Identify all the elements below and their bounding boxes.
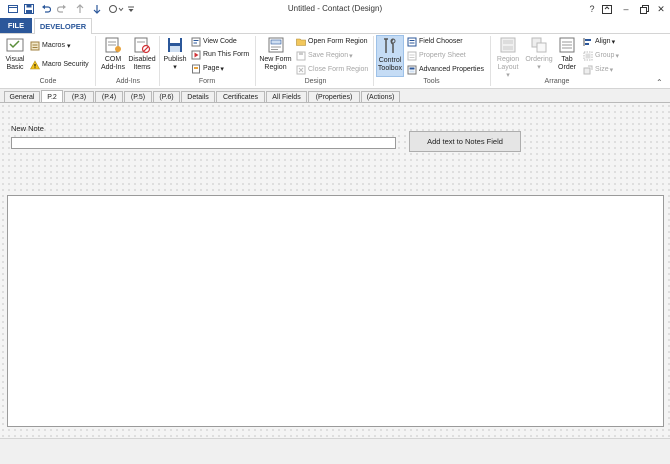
visual-basic-button[interactable]: Visual Basic [3,35,27,72]
field-chooser-button[interactable]: Field Chooser [407,36,463,47]
group-label-form: Form [198,78,216,85]
close-region-icon [296,65,306,75]
macro-security-button[interactable]: Macro Security [30,59,89,70]
help-button[interactable]: ? [584,2,600,16]
field-chooser-icon [407,37,417,47]
run-form-icon [191,50,201,60]
chevron-down-icon: ▾ [66,42,71,50]
publish-icon [165,35,185,55]
tab-order-icon [557,35,577,55]
notes-field[interactable] [7,195,664,427]
tab-file[interactable]: FILE [0,18,32,33]
ribbon-display-options-button[interactable] [599,2,615,16]
toolbox-icon [380,36,400,56]
publish-button[interactable]: Publish ▾ [162,35,188,72]
new-note-textbox[interactable] [11,137,396,149]
chevron-down-icon: ▾ [220,65,224,73]
group-label-arrange: Arrange [544,78,570,85]
advanced-properties-icon [407,65,417,75]
group-separator [255,36,256,86]
macros-button[interactable]: Macros ▾ [30,40,70,51]
region-layout-button[interactable]: Region Layout ▾ [493,35,523,80]
page-button[interactable]: Page ▾ [191,63,224,74]
control-toolbox-button[interactable]: Control Toolbox [376,35,404,77]
disabled-items-button[interactable]: Disabled Items [128,35,156,72]
visual-basic-icon [5,35,25,55]
advanced-properties-button[interactable]: Advanced Properties [407,64,484,75]
chevron-down-icon: ▾ [537,64,541,71]
warning-icon [30,59,40,70]
chevron-down-icon: ▾ [615,52,619,60]
disabled-items-icon [132,35,152,55]
group-label-tools: Tools [423,78,440,85]
align-button[interactable]: Align ▾ [583,36,615,47]
align-icon [583,37,593,47]
minimize-button[interactable]: – [618,2,634,16]
chevron-down-icon: ▾ [611,38,616,46]
group-label-addins: Add-Ins [115,78,141,85]
ordering-button[interactable]: Ordering ▾ [524,35,554,72]
folder-icon [296,37,306,47]
chevron-down-icon: ▾ [609,66,614,74]
group-separator [159,36,160,86]
tab-developer[interactable]: DEVELOPER [34,18,92,34]
view-code-button[interactable]: View Code [191,36,237,47]
window-title: Untitled - Contact (Design) [287,4,383,13]
group-icon [583,51,593,61]
chevron-down-icon: ▾ [349,52,353,60]
chevron-down-icon: ▾ [173,64,177,71]
save-region-icon [296,51,306,61]
group-label-design: Design [304,78,327,85]
run-this-form-button[interactable]: Run This Form [191,49,249,60]
group-label-code: Code [39,78,57,85]
macros-icon [30,41,40,51]
new-note-label: New Note [11,124,44,133]
open-form-region-button[interactable]: Open Form Region [296,36,368,47]
restore-button[interactable] [636,2,652,16]
close-form-region-button[interactable]: Close Form Region [296,64,368,75]
group-button[interactable]: Group ▾ [583,50,619,61]
page-icon [191,64,201,74]
collapse-ribbon-icon[interactable]: ⌃ [656,78,666,87]
size-icon [583,65,593,75]
add-text-to-notes-button[interactable]: Add text to Notes Field [409,131,521,152]
new-form-region-icon [266,35,286,55]
property-sheet-icon [407,51,417,61]
view-code-icon [191,37,201,47]
region-layout-icon [498,35,518,55]
group-separator [373,36,374,86]
status-bar [0,438,670,464]
property-sheet-button[interactable]: Property Sheet [407,50,466,61]
com-addins-icon [103,35,123,55]
save-region-button[interactable]: Save Region ▾ [296,50,353,61]
group-separator [490,36,491,86]
close-button[interactable]: ✕ [653,2,669,16]
size-button[interactable]: Size ▾ [583,64,613,75]
tab-order-button[interactable]: Tab Order [555,35,579,72]
group-separator [95,36,96,86]
new-form-region-button[interactable]: New Form Region [258,35,293,72]
ordering-icon [529,35,549,55]
com-addins-button[interactable]: COM Add-Ins [99,35,127,72]
